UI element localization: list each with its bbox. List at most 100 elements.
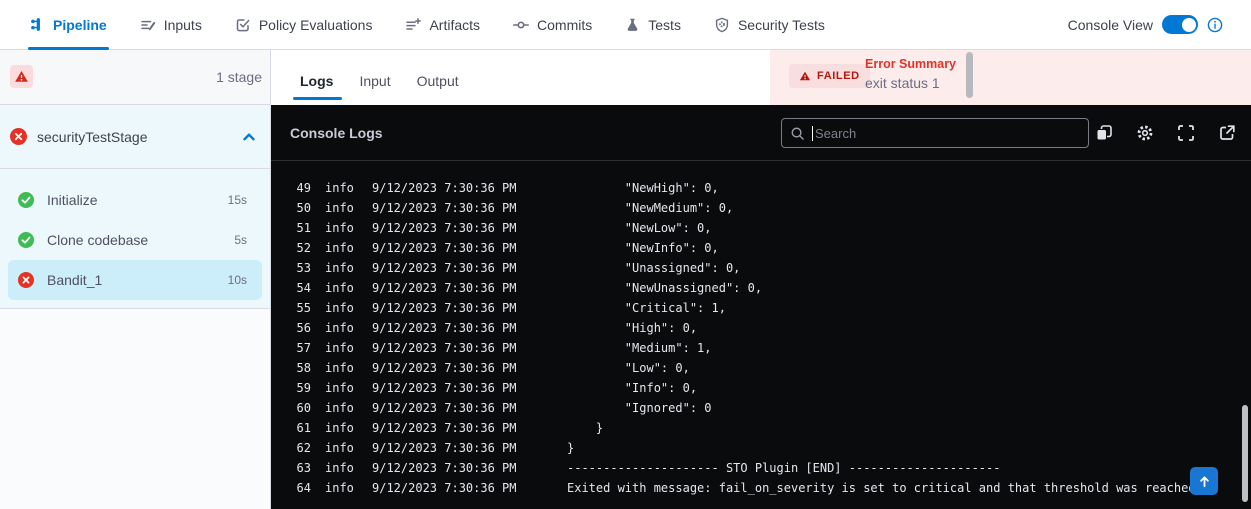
status-badge: FAILED [789, 64, 870, 88]
tab-pipeline[interactable]: Pipeline [30, 0, 107, 49]
stage-row-securityTestStage[interactable]: securityTestStage [0, 105, 270, 169]
log-level: info [325, 378, 354, 398]
stage-section: securityTestStage Initialize 15s [0, 105, 270, 308]
execution-sidebar: 1 stage securityTestStage Initialize [0, 50, 271, 509]
log-line: 63info9/12/2023 7:30:36 PM--------------… [271, 458, 1251, 478]
toggle-knob [1182, 18, 1196, 32]
error-summary-title: Error Summary [865, 57, 956, 71]
nav-tab-label: Security Tests [738, 17, 825, 33]
tab-input[interactable]: Input [359, 73, 390, 105]
log-level: info [325, 278, 354, 298]
status-badge-label: FAILED [817, 70, 860, 82]
log-timestamp: 9/12/2023 7:30:36 PM [372, 478, 517, 498]
log-line-number: 54 [271, 278, 311, 298]
step-failed-icon [18, 272, 34, 288]
nav-tab-label: Inputs [164, 17, 202, 33]
log-message: "Critical": 1, [567, 298, 726, 318]
step-row-clone-codebase[interactable]: Clone codebase 5s [8, 220, 262, 260]
log-line: 49info9/12/2023 7:30:36 PM "NewHigh": 0, [271, 178, 1251, 198]
log-message: "High": 0, [567, 318, 697, 338]
copy-logs-icon[interactable] [1094, 123, 1114, 143]
tab-security-tests[interactable]: Security Tests [714, 0, 825, 49]
settings-gear-icon[interactable] [1135, 123, 1155, 143]
log-timestamp: 9/12/2023 7:30:36 PM [372, 218, 517, 238]
log-message: } [567, 418, 603, 438]
log-timestamp: 9/12/2023 7:30:36 PM [372, 178, 517, 198]
search-icon [790, 126, 805, 141]
step-detail-tabs: Logs Input Output [300, 50, 459, 105]
tab-policy-evaluations[interactable]: Policy Evaluations [235, 0, 373, 49]
log-level: info [325, 438, 354, 458]
git-commit-icon [513, 17, 529, 33]
error-strip-scrollbar[interactable] [966, 52, 973, 98]
artifacts-icon [405, 17, 421, 33]
step-details-header: Logs Input Output FAILED Error Summary e… [271, 50, 1251, 105]
log-message: "NewHigh": 0, [567, 178, 719, 198]
log-level: info [325, 298, 354, 318]
log-level: info [325, 458, 354, 478]
tab-logs[interactable]: Logs [300, 73, 333, 105]
chevron-up-icon[interactable] [241, 129, 257, 145]
log-line: 62info9/12/2023 7:30:36 PM} [271, 438, 1251, 458]
log-line: 54info9/12/2023 7:30:36 PM "NewUnassigne… [271, 278, 1251, 298]
pipeline-icon [30, 17, 45, 32]
shield-gear-icon [714, 17, 730, 33]
tab-commits[interactable]: Commits [513, 0, 592, 49]
log-message: "Unassigned": 0, [567, 258, 740, 278]
tab-tests[interactable]: Tests [625, 0, 681, 49]
log-timestamp: 9/12/2023 7:30:36 PM [372, 398, 517, 418]
pipeline-warning-chip[interactable] [10, 65, 33, 88]
log-line: 60info9/12/2023 7:30:36 PM "Ignored": 0 [271, 398, 1251, 418]
error-summary-message: exit status 1 [865, 75, 956, 91]
inputs-icon [140, 17, 156, 33]
tab-artifacts[interactable]: Artifacts [405, 0, 480, 49]
step-success-icon [18, 192, 34, 208]
step-row-initialize[interactable]: Initialize 15s [8, 180, 262, 220]
log-level: info [325, 318, 354, 338]
log-level: info [325, 358, 354, 378]
stage-failed-icon [10, 128, 27, 145]
log-timestamp: 9/12/2023 7:30:36 PM [372, 298, 517, 318]
step-row-bandit-1[interactable]: Bandit_1 10s [8, 260, 262, 300]
step-duration: 15s [228, 193, 247, 207]
open-in-new-icon[interactable] [1217, 123, 1237, 143]
console-header: Console Logs Search [271, 105, 1251, 161]
step-success-icon [18, 232, 34, 248]
log-line-number: 53 [271, 258, 311, 278]
tab-output[interactable]: Output [417, 73, 459, 105]
nav-tab-label: Policy Evaluations [259, 17, 373, 33]
log-timestamp: 9/12/2023 7:30:36 PM [372, 418, 517, 438]
sidebar-empty-area [0, 308, 270, 509]
error-summary-strip: FAILED Error Summary exit status 1 [770, 50, 1251, 105]
log-line: 61info9/12/2023 7:30:36 PM } [271, 418, 1251, 438]
log-line-number: 62 [271, 438, 311, 458]
log-message: "NewUnassigned": 0, [567, 278, 762, 298]
log-timestamp: 9/12/2023 7:30:36 PM [372, 358, 517, 378]
log-line-number: 59 [271, 378, 311, 398]
info-icon[interactable] [1207, 17, 1223, 33]
step-name: Initialize [47, 192, 98, 208]
tab-inputs[interactable]: Inputs [140, 0, 202, 49]
stage-count: 1 stage [216, 50, 262, 104]
log-message: "Ignored": 0 [567, 398, 712, 418]
log-timestamp: 9/12/2023 7:30:36 PM [372, 378, 517, 398]
log-timestamp: 9/12/2023 7:30:36 PM [372, 338, 517, 358]
console-toolbar [1094, 105, 1237, 161]
console-title: Console Logs [290, 125, 383, 141]
scroll-to-top-button[interactable] [1190, 467, 1218, 495]
log-timestamp: 9/12/2023 7:30:36 PM [372, 438, 517, 458]
nav-tabs: Pipeline Inputs Policy Evaluations Artif… [30, 0, 825, 49]
log-line-number: 57 [271, 338, 311, 358]
log-timestamp: 9/12/2023 7:30:36 PM [372, 258, 517, 278]
log-search-input[interactable]: Search [781, 118, 1089, 148]
log-level: info [325, 238, 354, 258]
pipeline-execution-page: Pipeline Inputs Policy Evaluations Artif… [0, 0, 1251, 509]
log-message: "NewLow": 0, [567, 218, 712, 238]
log-line-number: 50 [271, 198, 311, 218]
log-line: 55info9/12/2023 7:30:36 PM "Critical": 1… [271, 298, 1251, 318]
log-level: info [325, 418, 354, 438]
console-scrollbar-thumb[interactable] [1242, 405, 1248, 502]
console-view-toggle[interactable] [1162, 15, 1198, 34]
fullscreen-icon[interactable] [1176, 123, 1196, 143]
log-line: 52info9/12/2023 7:30:36 PM "NewInfo": 0, [271, 238, 1251, 258]
